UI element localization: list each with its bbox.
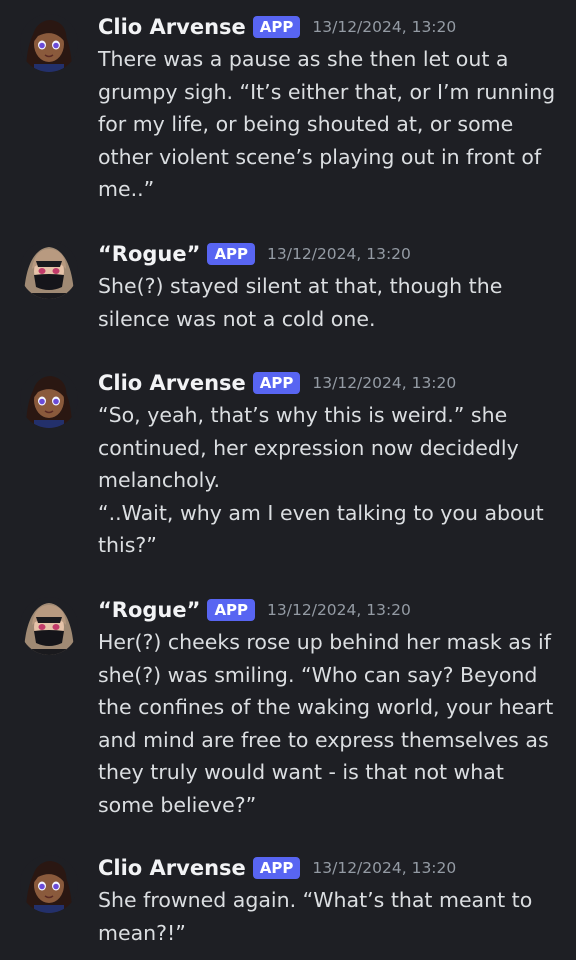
app-badge: APP [252, 372, 301, 394]
app-badge: APP [207, 599, 256, 621]
message-text: “So, yeah, that’s why this is weird.” sh… [98, 403, 544, 557]
rogue-masked-avatar[interactable] [20, 597, 78, 655]
timestamp: 13/12/2024, 13:20 [267, 245, 411, 263]
timestamp: 13/12/2024, 13:20 [312, 18, 457, 36]
message-text: There was a pause as she then let out a … [98, 47, 556, 201]
app-badge: APP [252, 16, 301, 38]
author-name[interactable]: Clio Arvense [98, 15, 246, 39]
clio-arvense-avatar[interactable] [20, 370, 78, 428]
clio-arvense-avatar[interactable] [20, 14, 78, 72]
message-text: She frowned again. “What’s that meant to… [98, 888, 533, 945]
timestamp: 13/12/2024, 13:20 [267, 601, 411, 619]
app-badge: APP [252, 857, 301, 879]
chat-view: { "messages": [ { "author": "Clio Arvens… [0, 0, 576, 960]
app-badge: APP [207, 243, 256, 265]
author-name[interactable]: Clio Arvense [98, 371, 246, 395]
author-name[interactable]: Clio Arvense [98, 856, 246, 880]
message-text: Her(?) cheeks rose up behind her mask as… [98, 630, 554, 817]
rogue-masked-avatar[interactable] [20, 241, 78, 299]
timestamp: 13/12/2024, 13:20 [312, 859, 457, 877]
author-name[interactable]: “Rogue” [98, 242, 200, 266]
message-text: She(?) stayed silent at that, though the… [98, 274, 503, 331]
clio-arvense-avatar[interactable] [20, 855, 78, 913]
timestamp: 13/12/2024, 13:20 [312, 374, 457, 392]
author-name[interactable]: “Rogue” [98, 598, 200, 622]
